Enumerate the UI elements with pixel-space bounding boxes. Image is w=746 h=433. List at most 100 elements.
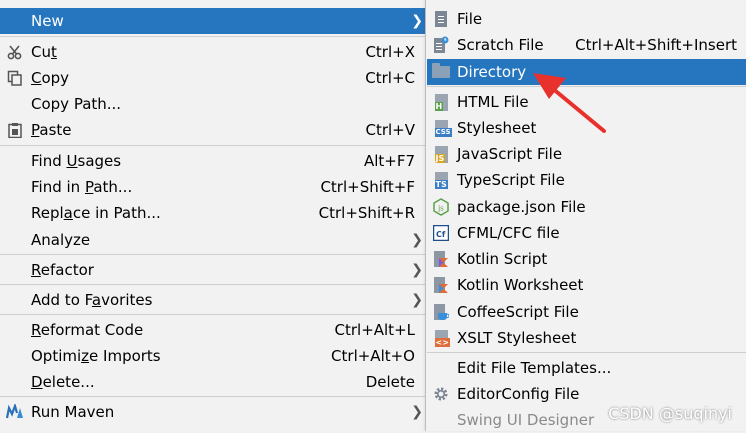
menu-item-find-in-path[interactable]: Find in Path... Ctrl+Shift+F	[0, 174, 430, 200]
copy-icon	[6, 69, 24, 87]
submenu-item-directory[interactable]: Directory	[427, 59, 746, 85]
shortcut-text: Ctrl+C	[365, 69, 415, 87]
shortcut-text: Ctrl+V	[365, 121, 415, 139]
submenu-item-html-file[interactable]: H HTML File	[427, 89, 746, 115]
cfml-icon: Cf	[432, 224, 450, 242]
menu-item-new[interactable]: New ❯	[0, 8, 430, 34]
submenu-item-label: CoffeeScript File	[457, 303, 579, 321]
shortcut-text: Alt+F7	[363, 152, 415, 170]
menu-item-optimize-imports[interactable]: Optimize Imports Ctrl+Alt+O	[0, 343, 430, 369]
menu-item-copy-path[interactable]: Copy Path...	[0, 91, 430, 117]
kotlin-script-icon	[432, 250, 450, 268]
submenu-arrow-icon: ❯	[411, 262, 423, 278]
menu-item-replace-in-path[interactable]: Replace in Path... Ctrl+Shift+R	[0, 200, 430, 226]
menu-separator	[0, 396, 430, 397]
context-menu: New ❯ Cut Ctrl+X Copy Ctrl+C Copy Path..…	[0, 0, 431, 431]
shortcut-text: Ctrl+Shift+F	[320, 178, 415, 196]
menu-item-label: New	[31, 12, 64, 30]
shortcut-text: Ctrl+Alt+Shift+Insert	[575, 36, 737, 54]
submenu-item-label: HTML File	[457, 93, 529, 111]
menu-item-cut[interactable]: Cut Ctrl+X	[0, 39, 430, 65]
typescript-file-icon: TS	[432, 171, 450, 189]
submenu-item-xslt-stylesheet[interactable]: <> XSLT Stylesheet	[427, 325, 746, 351]
menu-item-label: Copy	[31, 69, 70, 87]
menu-item-label: Copy Path...	[31, 95, 122, 113]
menu-item-label: Refactor	[31, 261, 94, 279]
menu-item-label: Find Usages	[31, 152, 122, 170]
menu-item-analyze[interactable]: Analyze ❯	[0, 227, 430, 253]
folder-icon	[432, 63, 450, 81]
submenu-item-label: Scratch File	[457, 36, 544, 54]
submenu-item-package-json[interactable]: js package.json File	[427, 194, 746, 220]
menu-item-paste[interactable]: Paste Ctrl+V	[0, 117, 430, 143]
javascript-file-icon: JS	[432, 145, 450, 163]
submenu-item-label: CFML/CFC file	[457, 224, 560, 242]
submenu-item-label: TypeScript File	[457, 171, 565, 189]
menu-item-label: Add to Favorites	[31, 291, 153, 309]
menu-item-find-usages[interactable]: Find Usages Alt+F7	[0, 148, 430, 174]
scratch-file-icon	[432, 36, 450, 54]
menu-item-label: Delete...	[31, 373, 95, 391]
clipboard-icon	[6, 121, 24, 139]
menu-item-label: Run Maven	[31, 403, 115, 421]
submenu-arrow-icon: ❯	[411, 292, 423, 308]
menu-item-label: Paste	[31, 121, 72, 139]
submenu-item-label: Kotlin Worksheet	[457, 276, 584, 294]
menu-separator	[427, 86, 746, 87]
submenu-item-label: Swing UI Designer	[457, 411, 595, 429]
menu-separator	[0, 36, 430, 37]
html-file-icon: H	[432, 93, 450, 111]
submenu-item-cfml-file[interactable]: Cf CFML/CFC file	[427, 220, 746, 246]
submenu-item-scratch-file[interactable]: Scratch File Ctrl+Alt+Shift+Insert	[427, 32, 746, 58]
shortcut-text: Delete	[365, 373, 415, 391]
submenu-item-label: File	[457, 10, 483, 28]
file-icon	[432, 10, 450, 28]
submenu-item-kotlin-worksheet[interactable]: Kotlin Worksheet	[427, 272, 746, 298]
menu-separator	[0, 254, 430, 255]
new-submenu: File Scratch File Ctrl+Alt+Shift+Insert …	[425, 0, 746, 431]
submenu-item-label: Directory	[457, 63, 527, 81]
menu-item-label: Cut	[31, 43, 57, 61]
css-file-icon: CSS	[432, 119, 452, 137]
menu-separator	[0, 314, 430, 315]
submenu-item-file[interactable]: File	[427, 6, 746, 32]
coffeescript-icon	[432, 303, 450, 321]
menu-item-copy[interactable]: Copy Ctrl+C	[0, 65, 430, 91]
menu-item-delete[interactable]: Delete... Delete	[0, 369, 430, 395]
menu-separator	[427, 352, 746, 353]
submenu-arrow-icon: ❯	[411, 404, 423, 420]
submenu-item-label: XSLT Stylesheet	[457, 329, 577, 347]
menu-separator	[0, 284, 430, 285]
submenu-item-label: Kotlin Script	[457, 250, 548, 268]
shortcut-text: Ctrl+Alt+L	[334, 321, 416, 339]
menu-item-run-maven[interactable]: Run Maven ❯	[0, 399, 430, 425]
submenu-item-typescript-file[interactable]: TS TypeScript File	[427, 167, 746, 193]
submenu-arrow-icon: ❯	[411, 232, 423, 248]
submenu-item-label: package.json File	[457, 198, 586, 216]
xslt-icon: <>	[432, 329, 450, 347]
menu-item-refactor[interactable]: Refactor ❯	[0, 257, 430, 283]
submenu-item-edit-file-templates[interactable]: Edit File Templates...	[427, 355, 746, 381]
watermark: CSDN @suqinyi	[608, 404, 732, 423]
menu-item-label: Optimize Imports	[31, 347, 161, 365]
svg-text:js: js	[437, 205, 444, 213]
scissors-icon	[6, 43, 24, 61]
submenu-item-javascript-file[interactable]: JS JavaScript File	[427, 141, 746, 167]
submenu-item-label: JavaScript File	[457, 145, 563, 163]
submenu-item-coffeescript[interactable]: CoffeeScript File	[427, 299, 746, 325]
maven-icon	[6, 403, 24, 421]
menu-item-reformat-code[interactable]: Reformat Code Ctrl+Alt+L	[0, 317, 430, 343]
submenu-item-kotlin-script[interactable]: Kotlin Script	[427, 246, 746, 272]
shortcut-text: Ctrl+X	[365, 43, 415, 61]
submenu-item-stylesheet[interactable]: CSS Stylesheet	[427, 115, 746, 141]
kotlin-worksheet-icon	[432, 276, 450, 294]
menu-item-label: Analyze	[31, 231, 91, 249]
shortcut-text: Ctrl+Shift+R	[318, 204, 415, 222]
submenu-arrow-icon: ❯	[411, 13, 423, 29]
menu-item-label: Replace in Path...	[31, 204, 161, 222]
submenu-item-label: Stylesheet	[457, 119, 537, 137]
nodejs-icon: js	[432, 198, 450, 216]
menu-item-label: Find in Path...	[31, 178, 133, 196]
menu-item-add-to-favorites[interactable]: Add to Favorites ❯	[0, 287, 430, 313]
submenu-item-label: Edit File Templates...	[457, 359, 612, 377]
